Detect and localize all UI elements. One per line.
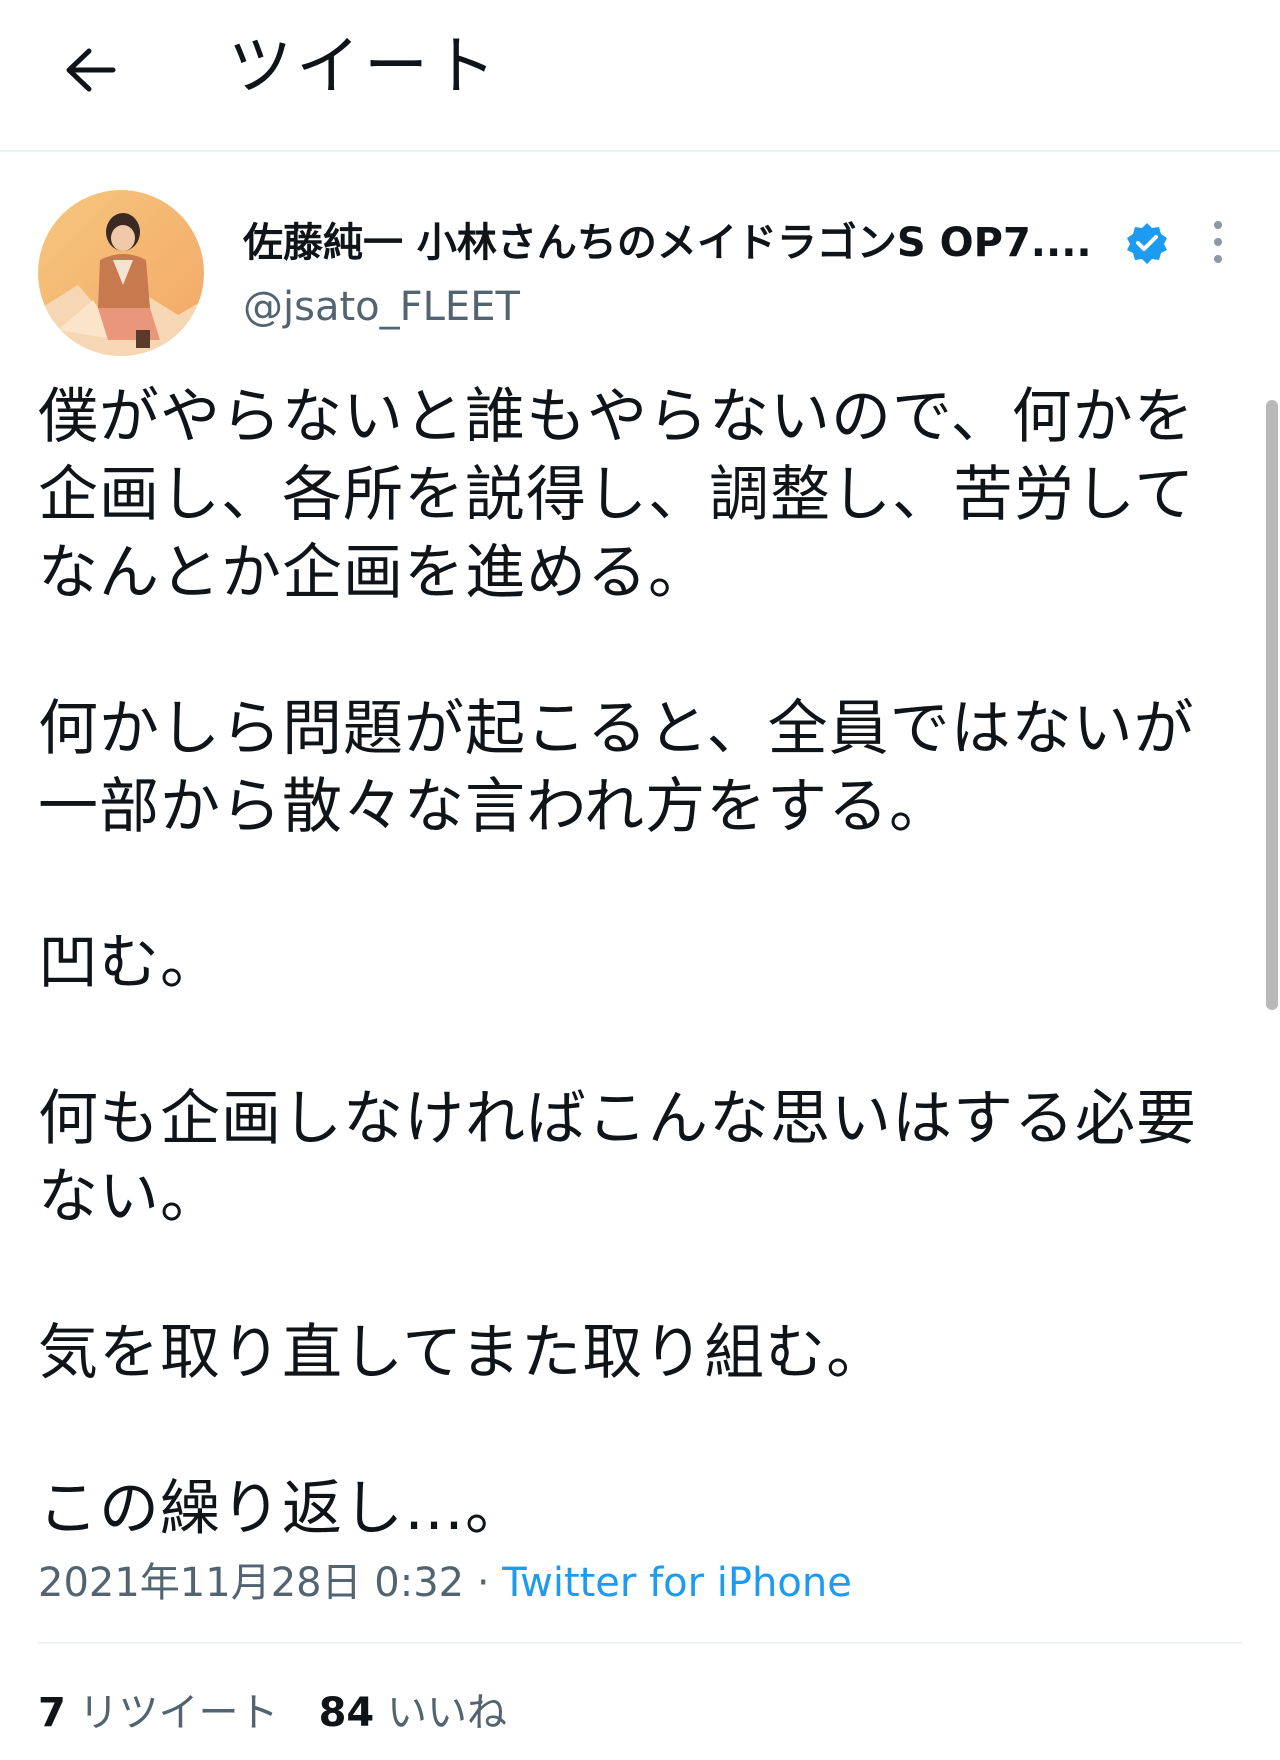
more-dot-icon (1214, 255, 1222, 263)
back-button[interactable] (55, 35, 125, 105)
retweets-stat[interactable]: 7 リツイート (38, 1690, 279, 1736)
verified-badge-icon (1127, 223, 1167, 264)
tweet-line: 企画し、各所を説得し、調整し、苦労して (38, 460, 1196, 530)
tweet-line: 気を取り直してまた取り組む。 (38, 1318, 888, 1388)
tweet-detail-page: ツイート 佐藤純一 小林さんちのメイドラゴンS OP7.... @jsato_F… (0, 0, 1280, 1760)
author-display-name[interactable]: 佐藤純一 小林さんちのメイドラゴンS OP7.... (243, 218, 1103, 268)
page-title: ツイート (228, 30, 500, 104)
tweet-paragraph: この繰り返し…。 (38, 1470, 1238, 1548)
likes-stat[interactable]: 84 いいね (319, 1690, 507, 1736)
tweet-line: この繰り返し…。 (38, 1474, 526, 1544)
tweet-paragraph: 僕がやらないと誰もやらないので、何かを 企画し、各所を説得し、調整し、苦労して … (38, 378, 1238, 612)
tweet-source-link[interactable]: Twitter for iPhone (502, 1560, 852, 1606)
more-options-button[interactable] (1198, 214, 1238, 270)
tweet-line: なんとか企画を進める。 (38, 538, 709, 608)
tweet-line: 一部から散々な言われ方をする。 (38, 772, 950, 842)
top-bar: ツイート (0, 0, 1280, 152)
divider (38, 1642, 1242, 1644)
tweet-stats: 7 リツイート 84 いいね (38, 1688, 507, 1738)
tweet-meta: 2021年11月28日 0:32 · Twitter for iPhone (38, 1558, 852, 1608)
tweet-line: 何かしら問題が起こると、全員ではないが (38, 694, 1195, 764)
tweet-text: 僕がやらないと誰もやらないので、何かを 企画し、各所を説得し、調整し、苦労して … (38, 378, 1238, 1548)
likes-count: 84 (318, 1690, 375, 1736)
retweets-label: リツイート (78, 1690, 279, 1736)
tweet-paragraph: 何かしら問題が起こると、全員ではないが 一部から散々な言われ方をする。 (38, 690, 1238, 846)
likes-label: いいね (386, 1690, 507, 1736)
tweet-timestamp[interactable]: 2021年11月28日 0:32 (38, 1560, 464, 1606)
tweet-line: 僕がやらないと誰もやらないので、何かを (38, 382, 1195, 452)
more-dot-icon (1214, 221, 1222, 229)
author-handle[interactable]: @jsato_FLEET (243, 282, 520, 332)
tweet-paragraph: 凹む。 (38, 924, 1238, 1002)
more-dot-icon (1214, 238, 1222, 246)
tweet-paragraph: 何も企画しなければこんな思いはする必要 ない。 (38, 1080, 1238, 1236)
arrow-left-icon (66, 48, 116, 92)
tweet-line: 凹む。 (38, 928, 221, 998)
retweets-count: 7 (38, 1690, 66, 1736)
tweet-paragraph: 気を取り直してまた取り組む。 (38, 1314, 1238, 1392)
avatar[interactable] (38, 190, 204, 356)
scrollbar[interactable] (1266, 400, 1278, 1010)
tweet-line: 何も企画しなければこんな思いはする必要 (38, 1084, 1197, 1154)
tweet-line: ない。 (38, 1162, 221, 1232)
meta-separator: · (464, 1560, 503, 1606)
avatar-image (38, 190, 204, 356)
